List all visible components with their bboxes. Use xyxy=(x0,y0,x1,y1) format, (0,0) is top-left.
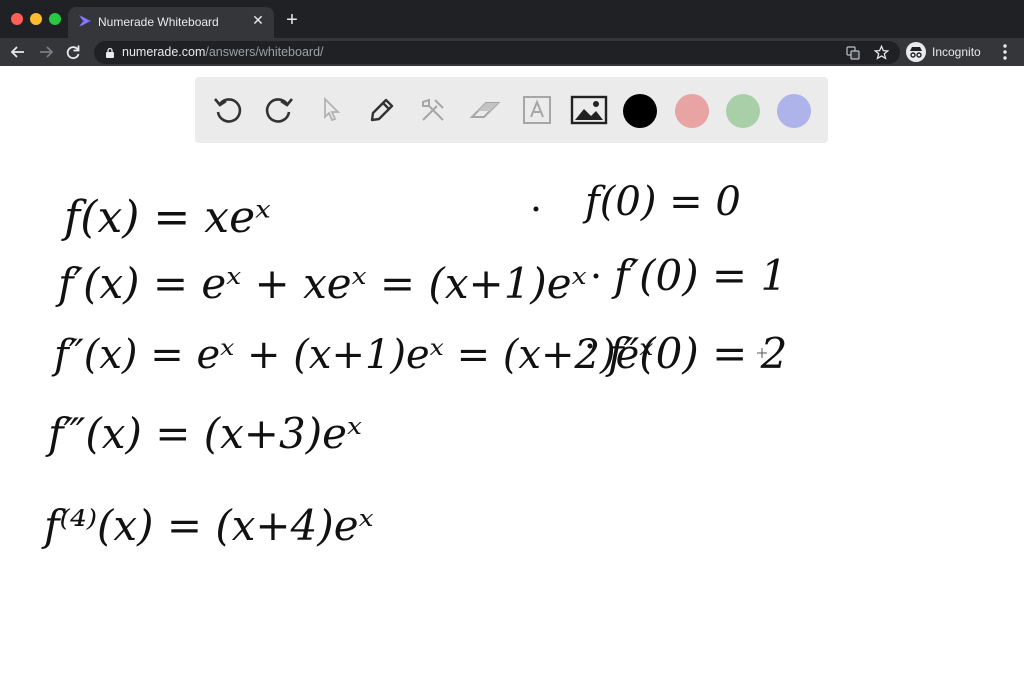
color-green-swatch[interactable] xyxy=(726,94,760,128)
eraser-icon xyxy=(469,102,501,118)
color-blue-swatch[interactable] xyxy=(777,94,811,128)
minimize-window-button[interactable] xyxy=(30,13,42,25)
url-path: /answers/whiteboard/ xyxy=(205,45,324,59)
reload-icon[interactable] xyxy=(63,42,83,62)
numerade-favicon-icon xyxy=(79,15,91,27)
browser-toolbar: numerade.com/answers/whiteboard/ Incogni… xyxy=(0,38,1024,66)
translate-icon[interactable] xyxy=(846,46,860,60)
bullet-dot xyxy=(587,343,593,349)
browser-tab[interactable]: Numerade Whiteboard ✕ xyxy=(68,7,274,38)
pen-tool-button[interactable] xyxy=(363,91,401,129)
bullet-dot xyxy=(533,206,539,212)
new-tab-button[interactable]: + xyxy=(282,10,302,30)
maximize-window-button[interactable] xyxy=(49,13,61,25)
undo-icon xyxy=(214,98,242,123)
lock-icon xyxy=(106,47,114,58)
cursor-select-icon xyxy=(324,96,341,122)
text-tool-button[interactable] xyxy=(518,91,556,129)
back-arrow-icon[interactable] xyxy=(8,42,28,62)
url-host: numerade.com xyxy=(122,45,206,59)
line3-left: f″(x) = eˣ + (x+1)eˣ = (x+2)eˣ xyxy=(51,332,653,378)
line2-left: f′(x) = eˣ + xeˣ = (x+1)eˣ xyxy=(55,259,587,308)
line2-right: f′(0) = 1 xyxy=(611,251,787,300)
pen-icon xyxy=(370,98,394,122)
undo-button[interactable] xyxy=(209,91,247,129)
browser-tab-strip: Numerade Whiteboard ✕ + xyxy=(0,0,1024,38)
address-bar[interactable]: numerade.com/answers/whiteboard/ xyxy=(94,41,900,64)
image-tool-button[interactable] xyxy=(570,91,608,129)
tools-button[interactable] xyxy=(414,91,452,129)
tab-title: Numerade Whiteboard xyxy=(98,15,219,29)
close-window-button[interactable] xyxy=(11,13,23,25)
incognito-label: Incognito xyxy=(932,45,981,59)
eraser-tool-button[interactable] xyxy=(466,91,504,129)
redo-button[interactable] xyxy=(260,91,298,129)
line1-left: f(x) = xeˣ xyxy=(61,192,271,243)
bullet-dot xyxy=(593,273,599,279)
line5: f⁽⁴⁾(x) = (x+4)eˣ xyxy=(41,501,374,550)
browser-menu-icon[interactable] xyxy=(1000,41,1010,63)
text-box-icon xyxy=(523,96,551,124)
select-tool-button[interactable] xyxy=(312,91,350,129)
line4: f‴(x) = (x+3)eˣ xyxy=(45,409,362,458)
color-red-swatch[interactable] xyxy=(675,94,709,128)
line1-right: f(0) = 0 xyxy=(582,179,741,225)
incognito-icon xyxy=(906,42,926,62)
forward-arrow-icon[interactable] xyxy=(36,42,56,62)
tools-icon xyxy=(422,98,444,121)
whiteboard-canvas[interactable]: f(x) = xeˣ f(0) = 0 f′(x) = eˣ + xeˣ = (… xyxy=(0,68,1024,696)
color-black-swatch[interactable] xyxy=(623,94,657,128)
image-icon xyxy=(570,95,608,125)
tab-close-icon[interactable]: ✕ xyxy=(250,12,266,28)
bookmark-star-icon[interactable] xyxy=(874,45,889,60)
url-text: numerade.com/answers/whiteboard/ xyxy=(122,45,324,59)
whiteboard-toolbar xyxy=(195,77,828,143)
redo-icon xyxy=(265,98,293,123)
